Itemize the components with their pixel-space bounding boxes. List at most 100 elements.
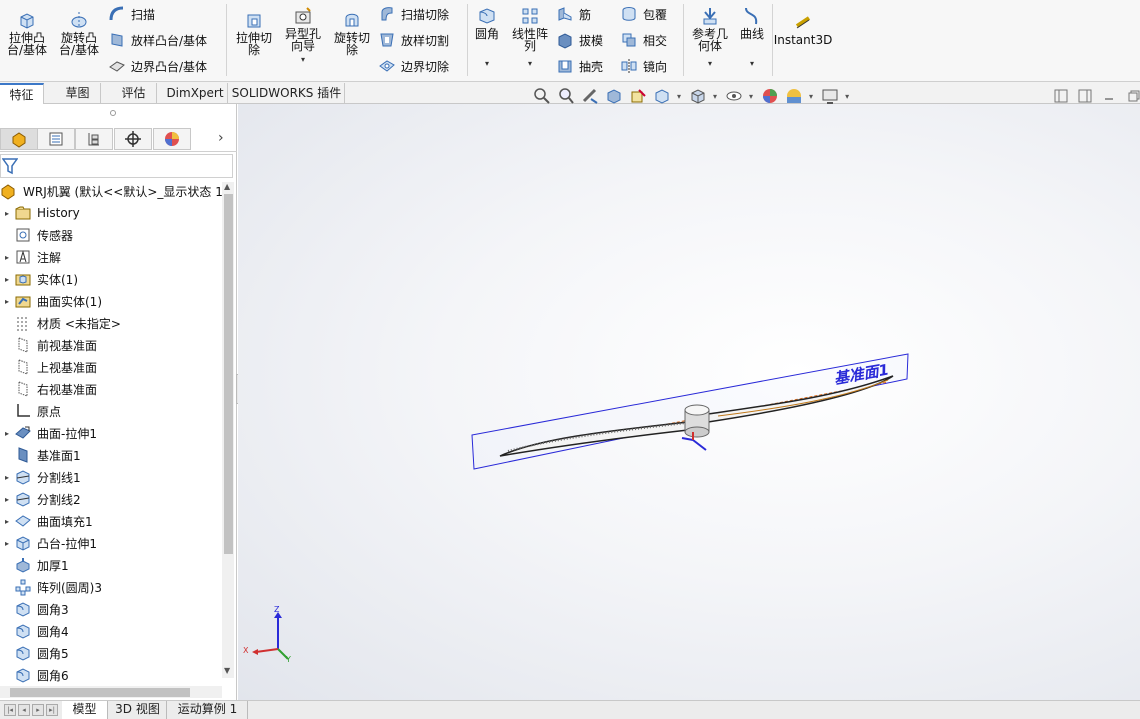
scroll-down-arrow-icon[interactable]: ▼ (224, 666, 230, 675)
panel-tabs-more-chevron-icon[interactable]: › (218, 130, 224, 146)
tree-horizontal-scroll-thumb[interactable] (10, 688, 190, 697)
view-orientation-icon[interactable] (653, 87, 671, 105)
restore-icon[interactable] (1124, 87, 1140, 105)
scroll-up-arrow-icon[interactable]: ▲ (224, 182, 230, 191)
zoom-to-fit-icon[interactable] (533, 87, 551, 105)
tree-vertical-scrollbar[interactable]: ▲ ▼ (222, 182, 234, 678)
window-dock-left-icon[interactable] (1052, 87, 1070, 105)
expand-toggle-icon[interactable]: ▸ (0, 275, 14, 284)
reference-geometry-dropdown-arrow[interactable]: ▾ (708, 58, 712, 70)
tree-item[interactable]: ▸ 凸台-拉伸1 (0, 532, 97, 554)
zoom-to-area-icon[interactable] (557, 87, 575, 105)
intersect-button[interactable]: 相交 (620, 29, 667, 51)
nav-first-icon[interactable]: |◂ (4, 704, 16, 716)
property-manager-tab[interactable] (37, 128, 75, 150)
expand-toggle-icon[interactable]: ▸ (0, 209, 14, 218)
sweep-button[interactable]: 扫描 (108, 3, 155, 25)
tab-motion-study-1[interactable]: 运动算例 1 (168, 701, 248, 719)
nav-last-icon[interactable]: ▸| (46, 704, 58, 716)
tree-item[interactable]: ▸ 分割线1 (0, 466, 81, 488)
hide-show-items-icon[interactable] (725, 87, 743, 105)
panel-splitter-handle[interactable] (110, 110, 116, 116)
hole-wizard-button[interactable]: 异型孔 向导 ▾ (280, 6, 326, 66)
model-view-canvas[interactable]: 基准面1 Z X Y (238, 104, 1140, 700)
expand-toggle-icon[interactable]: ▸ (0, 495, 14, 504)
tree-item[interactable]: ▸ 分割线2 (0, 488, 81, 510)
tree-item[interactable]: 右视基准面 (0, 378, 97, 400)
tree-item[interactable]: 圆角3 (0, 598, 69, 620)
display-style-dropdown[interactable]: ▾ (713, 92, 717, 101)
instant3d-button[interactable]: Instant3D (774, 12, 832, 46)
extrude-cut-button[interactable]: 拉伸切 除 (231, 10, 277, 56)
expand-toggle-icon[interactable]: ▸ (0, 297, 14, 306)
extrude-boss-button[interactable]: 拉伸凸 台/基体 (4, 10, 50, 56)
expand-toggle-icon[interactable]: ▸ (0, 429, 14, 438)
tab-features[interactable]: 特征 (0, 83, 44, 104)
tree-item[interactable]: ▸ 注解 (0, 246, 61, 268)
expand-toggle-icon[interactable]: ▸ (0, 473, 14, 482)
reference-geometry-button[interactable]: 参考几 何体 ▾ (688, 6, 732, 76)
display-style-icon[interactable] (689, 87, 707, 105)
graphics-viewport[interactable]: 基准面1 Z X Y (238, 104, 1140, 700)
expand-toggle-icon[interactable]: ▸ (0, 253, 14, 262)
tree-item[interactable]: ▸ 曲面填充1 (0, 510, 93, 532)
tree-item[interactable]: 基准面1 (0, 444, 81, 466)
tree-item[interactable]: 原点 (0, 400, 61, 422)
tree-root-part[interactable]: WRJ机翼 (默认<<默认>_显示状态 1 (0, 180, 222, 202)
revolve-boss-button[interactable]: 旋转凸 台/基体 (55, 10, 103, 56)
edit-appearance-icon[interactable] (761, 87, 779, 105)
dimxpert-manager-tab[interactable] (114, 128, 152, 150)
minimize-icon[interactable] (1100, 87, 1118, 105)
wrap-button[interactable]: 包覆 (620, 3, 667, 25)
fillet-dropdown-arrow[interactable]: ▾ (485, 58, 489, 70)
fillet-button[interactable]: 圆角 ▾ (472, 6, 502, 76)
tree-item[interactable]: 圆角6 (0, 664, 69, 686)
tree-item[interactable]: 上视基准面 (0, 356, 97, 378)
lofted-cut-button[interactable]: 放样切割 (378, 29, 449, 51)
tree-item[interactable]: 圆角4 (0, 620, 69, 642)
revolve-cut-button[interactable]: 旋转切 除 (329, 10, 375, 56)
window-dock-right-icon[interactable] (1076, 87, 1094, 105)
apply-scene-dropdown[interactable]: ▾ (809, 92, 813, 101)
tree-item[interactable]: ▸ 实体(1) (0, 268, 78, 290)
tree-item[interactable]: 加厚1 (0, 554, 69, 576)
dynamic-annotation-icon[interactable] (629, 87, 647, 105)
view-orientation-dropdown[interactable]: ▾ (677, 92, 681, 101)
linear-pattern-button[interactable]: 线性阵 列 ▾ (508, 6, 552, 76)
feature-manager-tab[interactable] (0, 128, 38, 150)
expand-toggle-icon[interactable]: ▸ (0, 539, 14, 548)
tab-model[interactable]: 模型 (62, 701, 108, 719)
curves-dropdown-arrow[interactable]: ▾ (750, 58, 754, 70)
draft-button[interactable]: 拔模 (556, 29, 603, 51)
tab-dimxpert[interactable]: DimXpert (163, 83, 228, 104)
swept-cut-button[interactable]: 扫描切除 (378, 3, 449, 25)
tree-item[interactable]: ▸ 曲面-拉伸1 (0, 422, 97, 444)
linear-pattern-dropdown-arrow[interactable]: ▾ (528, 58, 532, 70)
tab-sketch[interactable]: 草图 (55, 83, 101, 104)
tab-evaluate[interactable]: 评估 (111, 83, 157, 104)
mirror-button[interactable]: 镜向 (620, 55, 667, 77)
tree-item[interactable]: ▸ 曲面实体(1) (0, 290, 102, 312)
tab-3d-views[interactable]: 3D 视图 (109, 701, 167, 719)
nav-next-icon[interactable]: ▸ (32, 704, 44, 716)
tab-solidworks-addins[interactable]: SOLIDWORKS 插件 (229, 83, 345, 104)
nav-prev-icon[interactable]: ◂ (18, 704, 30, 716)
tree-item[interactable]: 传感器 (0, 224, 73, 246)
boundary-cut-button[interactable]: 边界切除 (378, 55, 449, 77)
tree-item[interactable]: 圆角5 (0, 642, 69, 664)
expand-toggle-icon[interactable]: ▸ (0, 517, 14, 526)
boundary-boss-button[interactable]: 边界凸台/基体 (108, 55, 207, 77)
tree-item[interactable]: 前视基准面 (0, 334, 97, 356)
apply-scene-icon[interactable] (785, 87, 803, 105)
tree-item[interactable]: ▸ History (0, 202, 80, 224)
tree-item[interactable]: 阵列(圆周)3 (0, 576, 102, 598)
configuration-manager-tab[interactable] (75, 128, 113, 150)
section-view-icon[interactable] (605, 87, 623, 105)
tree-filter-bar[interactable] (0, 154, 233, 178)
hole-wizard-dropdown-arrow[interactable]: ▾ (301, 54, 305, 66)
tree-horizontal-scrollbar[interactable] (0, 686, 222, 698)
tree-vertical-scroll-thumb[interactable] (224, 194, 233, 554)
view-settings-dropdown[interactable]: ▾ (845, 92, 849, 101)
tree-item[interactable]: 材质 <未指定> (0, 312, 121, 334)
loft-boss-button[interactable]: 放样凸台/基体 (108, 29, 207, 51)
